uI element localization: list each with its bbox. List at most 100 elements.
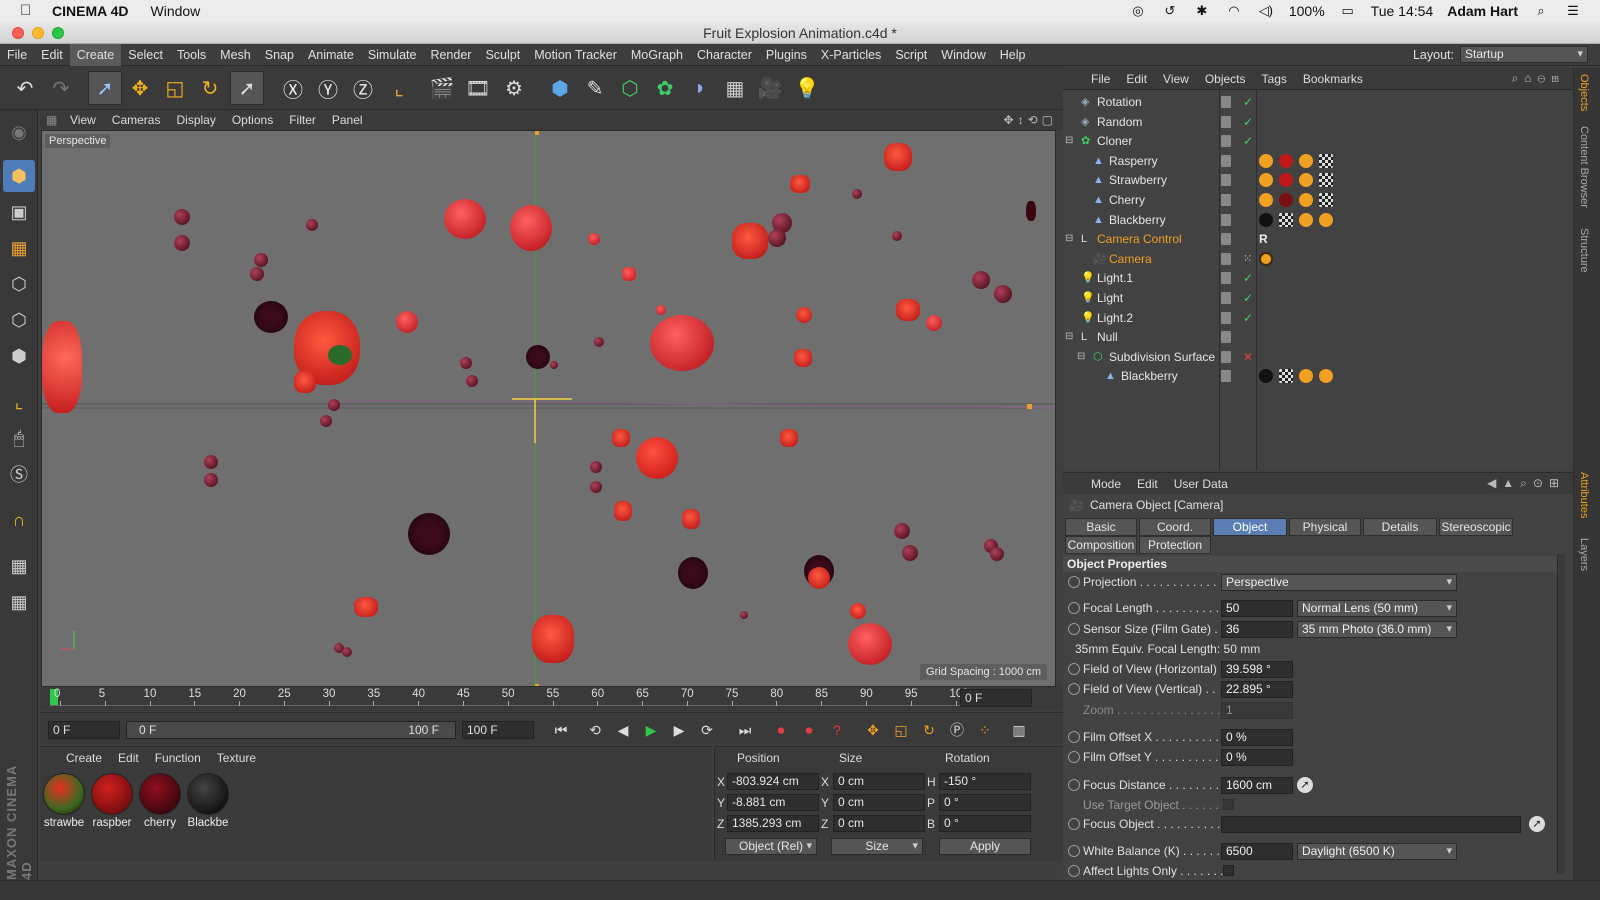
raspberry-fruit[interactable] bbox=[926, 315, 942, 331]
snapping-icon[interactable]: Ⓢ bbox=[3, 458, 35, 490]
projection-select[interactable]: Perspective bbox=[1221, 574, 1457, 591]
strawberry-fruit[interactable] bbox=[884, 143, 912, 171]
coord-mode-select[interactable]: Object (Rel) bbox=[725, 838, 817, 855]
menu-mesh[interactable]: Mesh bbox=[213, 44, 258, 66]
edges-mode-icon[interactable]: ⬡ bbox=[3, 304, 35, 336]
menu-x-particles[interactable]: X-Particles bbox=[814, 44, 888, 66]
raspberry-fruit[interactable] bbox=[650, 315, 714, 371]
blackberry-fruit[interactable] bbox=[408, 513, 450, 555]
layer-visibility-icon[interactable] bbox=[1221, 115, 1231, 128]
points-mode-icon[interactable]: ⬡ bbox=[3, 268, 35, 300]
layer-visibility-icon[interactable] bbox=[1221, 252, 1231, 265]
coord-size-mode-select[interactable]: Size bbox=[831, 838, 923, 855]
next-frame-icon[interactable]: ▶ bbox=[668, 719, 690, 741]
size-z-field[interactable]: 0 cm bbox=[833, 815, 925, 832]
apply-button[interactable]: Apply bbox=[939, 838, 1031, 855]
timeline-ruler[interactable]: 0510152025303540455055606570758085909510… bbox=[40, 687, 1063, 711]
fov-vertical-field[interactable]: 22.895 ° bbox=[1221, 681, 1293, 698]
axis-mode-icon[interactable]: ⌞ bbox=[3, 386, 35, 418]
mac-window-menu[interactable]: Window bbox=[151, 3, 201, 19]
object-row[interactable]: ▲ Rasperry bbox=[1063, 151, 1573, 171]
attributes-menu-mode[interactable]: Mode bbox=[1091, 477, 1121, 491]
start-frame-field[interactable]: 0 F bbox=[48, 721, 120, 739]
sidetab-attributes[interactable]: Attributes bbox=[1578, 472, 1590, 518]
menu-script[interactable]: Script bbox=[888, 44, 934, 66]
object-name[interactable]: Camera Control bbox=[1097, 229, 1182, 249]
layer-visibility-icon[interactable] bbox=[1221, 331, 1231, 344]
object-name[interactable]: Blackberry bbox=[1121, 366, 1178, 386]
strawberry-fruit[interactable] bbox=[850, 603, 866, 619]
clock[interactable]: Tue 14:54 bbox=[1371, 3, 1434, 19]
notification-center-icon[interactable]: ☰ bbox=[1564, 4, 1582, 18]
blackberry-fruit[interactable] bbox=[254, 301, 288, 333]
enabled-check-icon[interactable]: ✓ bbox=[1243, 268, 1253, 288]
tweak-mode-icon[interactable]: 🖱 bbox=[3, 422, 35, 454]
floor-icon[interactable]: ▦ bbox=[718, 71, 752, 105]
affect-lights-checkbox[interactable] bbox=[1223, 865, 1234, 876]
model-mode-icon[interactable]: ⬢ bbox=[3, 160, 35, 192]
tab-basic[interactable]: Basic bbox=[1065, 518, 1137, 536]
film-offset-y-field[interactable]: 0 % bbox=[1221, 749, 1293, 766]
raspberry-fruit[interactable] bbox=[656, 305, 666, 315]
size-x-field[interactable]: 0 cm bbox=[833, 773, 925, 790]
layer-visibility-icon[interactable] bbox=[1221, 154, 1231, 167]
viewport-menu-panel[interactable]: Panel bbox=[324, 113, 371, 127]
cherry-fruit[interactable] bbox=[902, 545, 918, 561]
animate-dot-icon[interactable] bbox=[1068, 731, 1080, 743]
mograph-tag-icon[interactable] bbox=[1299, 212, 1313, 227]
material-tag-icon[interactable] bbox=[1259, 153, 1273, 168]
material-swatch[interactable]: strawbe bbox=[42, 773, 86, 829]
material-tag-icon[interactable] bbox=[1259, 193, 1273, 207]
object-name[interactable]: Rotation bbox=[1097, 92, 1142, 112]
expand-collapse-icon[interactable]: ⊟ bbox=[1065, 327, 1073, 347]
viewport-nav-icons[interactable]: ✥↕⟲▢ bbox=[1004, 113, 1057, 127]
menu-sculpt[interactable]: Sculpt bbox=[478, 44, 527, 66]
tab-protection[interactable]: Protection bbox=[1139, 536, 1211, 554]
render-settings-icon[interactable]: ⚙ bbox=[497, 71, 531, 105]
cube-primitive-icon[interactable]: ⬢ bbox=[543, 71, 577, 105]
light-icon[interactable]: 💡 bbox=[790, 71, 824, 105]
next-key-icon[interactable]: ⟳ bbox=[696, 719, 718, 741]
battery-icon[interactable]: ▭ bbox=[1339, 4, 1357, 18]
menu-snap[interactable]: Snap bbox=[258, 44, 301, 66]
menu-mograph[interactable]: MoGraph bbox=[624, 44, 690, 66]
tab-physical[interactable]: Physical bbox=[1289, 518, 1361, 536]
select-tool-icon[interactable]: ➚ bbox=[88, 71, 122, 105]
menu-animate[interactable]: Animate bbox=[301, 44, 361, 66]
object-row[interactable]: ◈ Rotation ✓ bbox=[1063, 92, 1573, 112]
strawberry-fruit[interactable] bbox=[790, 175, 810, 193]
viewport-perspective[interactable]: Perspective Grid Spacing : 1000 cm bbox=[41, 130, 1056, 687]
object-name[interactable]: Strawberry bbox=[1109, 170, 1167, 190]
bluetooth-icon[interactable]: ✱ bbox=[1193, 4, 1211, 18]
position-z-field[interactable]: 1385.293 cm bbox=[727, 815, 819, 832]
planar-workplane-icon[interactable]: ▦ bbox=[3, 586, 35, 618]
strawberry-fruit[interactable] bbox=[294, 371, 316, 393]
strawberry-fruit[interactable] bbox=[808, 567, 830, 589]
layer-visibility-icon[interactable] bbox=[1221, 135, 1231, 148]
cherry-fruit[interactable] bbox=[306, 219, 318, 231]
material-tag-icon[interactable] bbox=[1259, 369, 1273, 384]
strawberry-fruit[interactable] bbox=[732, 223, 768, 259]
layer-visibility-icon[interactable] bbox=[1221, 96, 1231, 108]
rotation-b-field[interactable]: 0 ° bbox=[939, 815, 1031, 832]
strawberry-fruit[interactable] bbox=[896, 299, 920, 321]
animate-dot-icon[interactable] bbox=[1068, 683, 1080, 695]
expand-collapse-icon[interactable]: ⊟ bbox=[1065, 131, 1073, 151]
zoom-field[interactable]: 1 bbox=[1221, 702, 1293, 719]
render-to-picture-viewer-icon[interactable]: 🎞 bbox=[461, 71, 495, 105]
mac-app-name[interactable]: CINEMA 4D bbox=[52, 3, 129, 19]
material-menu-texture[interactable]: Texture bbox=[217, 751, 256, 765]
sidetab-objects[interactable]: Objects bbox=[1578, 74, 1590, 111]
enabled-check-icon[interactable]: ✓ bbox=[1243, 288, 1253, 308]
object-row[interactable]: ⊟ ⬡ Subdivision Surface ✕ bbox=[1063, 347, 1573, 367]
strawberry-fruit[interactable] bbox=[354, 597, 378, 617]
deformer-icon[interactable]: ◗ bbox=[683, 71, 717, 105]
enabled-check-icon[interactable]: ✓ bbox=[1243, 112, 1253, 132]
raspberry-fruit[interactable] bbox=[588, 233, 600, 245]
object-name[interactable]: Light.1 bbox=[1097, 268, 1133, 288]
cherry-fruit[interactable] bbox=[174, 235, 190, 251]
rotation-h-field[interactable]: -150 ° bbox=[939, 773, 1031, 790]
position-x-field[interactable]: -803.924 cm bbox=[727, 773, 819, 790]
object-row[interactable]: 💡 Light ✓ bbox=[1063, 288, 1573, 308]
go-to-start-icon[interactable]: ⏮ bbox=[550, 719, 572, 741]
